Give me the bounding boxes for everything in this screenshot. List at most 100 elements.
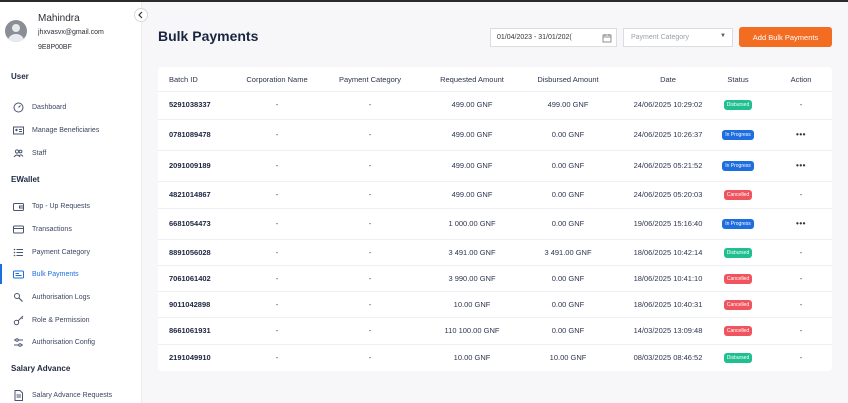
table-row[interactable]: 9011042898 - - 10.00 GNF 0.00 GNF 18/06/2025 … — [158, 291, 832, 317]
status-badge: In Progress — [722, 160, 754, 171]
action-none: - — [799, 300, 803, 309]
key-icon — [12, 314, 24, 326]
date-value: 24/06/2025 10:29:02 — [633, 100, 703, 109]
action-none: - — [799, 274, 803, 283]
document-icon — [12, 389, 24, 401]
payment-category-cell: - — [333, 182, 407, 207]
payment-category-cell: - — [333, 266, 407, 291]
sidebar-item-salary-advance-requests[interactable]: Salary Advance Requests — [0, 385, 141, 403]
requested-amount-cell: 499.00 GNF — [426, 151, 518, 180]
payment-category-value: - — [368, 326, 372, 335]
sidebar-item-authorisation-logs[interactable]: Authorisation Logs — [0, 287, 141, 307]
profile-name: Mahindra — [38, 13, 80, 24]
batch-id[interactable]: 6681054473 — [169, 219, 211, 228]
sidebar-item-authorisation-config[interactable]: Authorisation Config — [0, 332, 141, 352]
table-row[interactable]: 2191049910 - - 10.00 GNF 10.00 GNF 08/03/2025… — [158, 344, 832, 370]
action-none: - — [799, 248, 803, 257]
more-actions-icon[interactable]: ••• — [796, 219, 806, 228]
corporation-name-value: - — [275, 100, 279, 109]
sidebar-item-bulk-payments[interactable]: Bulk Payments — [0, 264, 141, 284]
corporation-name-value: - — [275, 219, 279, 228]
table-row[interactable]: 6681054473 - - 1 000.00 GNF 0.00 GNF 19/06/20… — [158, 208, 832, 238]
sidebar: Mahindra jhxvasvx@gmail.com 9E8P00BF Use… — [0, 2, 142, 403]
status-cell: In Progress — [716, 209, 760, 238]
chevron-left-icon — [138, 11, 143, 19]
date-cell: 24/06/2025 10:26:37 — [618, 120, 718, 149]
more-actions-icon[interactable]: ••• — [796, 161, 806, 170]
payment-category-cell: - — [333, 345, 407, 370]
table-row[interactable]: 5291038337 - - 499.00 GNF 499.00 GNF 24/06/20… — [158, 91, 832, 117]
add-bulk-payments-button[interactable]: Add Bulk Payments — [739, 27, 832, 47]
table-row[interactable]: 4821014867 - - 499.00 GNF 0.00 GNF 24/06/2025… — [158, 181, 832, 207]
requested-amount-cell: 499.00 GNF — [426, 92, 518, 117]
disbursed-amount-cell: 0.00 GNF — [522, 318, 614, 343]
disbursed-amount-value: 0.00 GNF — [551, 190, 585, 199]
sidebar-item-payment-category[interactable]: Payment Category — [0, 242, 141, 262]
profile-code: 9E8P00BF — [38, 44, 72, 51]
requested-amount-value: 10.00 GNF — [453, 353, 491, 362]
batch-id-cell: 5291038337 — [169, 92, 229, 117]
requested-amount-cell: 10.00 GNF — [426, 292, 518, 317]
disbursed-amount-cell: 0.00 GNF — [522, 209, 614, 238]
sidebar-item-staff[interactable]: Staff — [0, 143, 141, 163]
status-badge: Disbursed — [723, 99, 753, 110]
corporation-name-cell: - — [240, 182, 314, 207]
disbursed-amount-value: 0.00 GNF — [551, 300, 585, 309]
action-none: - — [799, 100, 803, 109]
batch-id[interactable]: 8891056028 — [169, 248, 211, 257]
table-row[interactable]: 8661061931 - - 110 100.00 GNF 0.00 GNF 14/03/… — [158, 317, 832, 343]
sidebar-item-role-permission[interactable]: Role & Permission — [0, 310, 141, 330]
sidebar-item-transactions[interactable]: Transactions — [0, 219, 141, 239]
batch-id[interactable]: 2091009189 — [169, 161, 211, 170]
table-row[interactable]: 7061061402 - - 3 990.00 GNF 0.00 GNF 18/06/20… — [158, 265, 832, 291]
batch-id[interactable]: 0781089478 — [169, 130, 211, 139]
corporation-name-cell: - — [240, 120, 314, 149]
action-cell: - — [786, 240, 816, 265]
collapse-sidebar-button[interactable] — [134, 8, 148, 22]
action-cell: - — [786, 292, 816, 317]
sidebar-item-label: Authorisation Logs — [32, 293, 90, 301]
sidebar-item-manage-beneficiaries[interactable]: Manage Beneficiaries — [0, 120, 141, 140]
wallet-icon — [12, 200, 24, 212]
sidebar-item-dashboard[interactable]: Dashboard — [0, 97, 141, 117]
table-row[interactable]: 0781089478 - - 499.00 GNF 0.00 GNF 24/06/2025… — [158, 119, 832, 149]
list-icon — [12, 246, 24, 258]
profile-email: jhxvasvx@gmail.com — [38, 29, 104, 36]
batch-id[interactable]: 8661061931 — [169, 326, 211, 335]
batch-id[interactable]: 2191049910 — [169, 353, 211, 362]
dashboard-icon — [12, 101, 24, 113]
date-range-picker[interactable]: 01/04/2023 - 31/01/202( — [490, 28, 617, 47]
status-badge: In Progress — [722, 129, 754, 140]
user-profile[interactable]: Mahindra jhxvasvx@gmail.com 9E8P00BF — [5, 12, 135, 60]
date-value: 18/06/2025 10:42:14 — [633, 248, 703, 257]
sidebar-item-label: Role & Permission — [32, 316, 90, 324]
batch-id[interactable]: 4821014867 — [169, 190, 211, 199]
sidebar-item-top-up-requests[interactable]: Top - Up Requests — [0, 196, 141, 216]
table-row[interactable]: 8891056028 - - 3 491.00 GNF 3 491.00 GNF 18/0… — [158, 239, 832, 265]
status-cell: Cancelled — [716, 182, 760, 207]
batch-id[interactable]: 5291038337 — [169, 100, 211, 109]
action-cell: ••• — [786, 209, 816, 238]
status-badge: Cancelled — [723, 299, 753, 310]
corporation-name-cell: - — [240, 209, 314, 238]
payment-category-select[interactable]: Payment Category ▼ — [623, 28, 733, 47]
col-batch-id-header: Batch ID — [169, 75, 198, 84]
table-row[interactable]: 2091009189 - - 499.00 GNF 0.00 GNF 24/06/2025… — [158, 150, 832, 180]
users-icon — [12, 147, 24, 159]
payment-category-value: - — [368, 300, 372, 309]
disbursed-amount-cell: 0.00 GNF — [522, 292, 614, 317]
corporation-name-value: - — [275, 248, 279, 257]
requested-amount-cell: 499.00 GNF — [426, 182, 518, 207]
requested-amount-value: 1 000.00 GNF — [448, 219, 496, 228]
batch-id[interactable]: 7061061402 — [169, 274, 211, 283]
more-actions-icon[interactable]: ••• — [796, 130, 806, 139]
sidebar-item-label: Top - Up Requests — [32, 202, 90, 210]
bulk-payments-icon — [12, 268, 24, 280]
action-cell: ••• — [786, 120, 816, 149]
disbursed-amount-cell: 499.00 GNF — [522, 92, 614, 117]
payment-category-cell: - — [333, 151, 407, 180]
disbursed-amount-value: 499.00 GNF — [547, 100, 589, 109]
disbursed-amount-cell: 0.00 GNF — [522, 151, 614, 180]
disbursed-amount-value: 10.00 GNF — [549, 353, 587, 362]
batch-id[interactable]: 9011042898 — [169, 300, 210, 309]
